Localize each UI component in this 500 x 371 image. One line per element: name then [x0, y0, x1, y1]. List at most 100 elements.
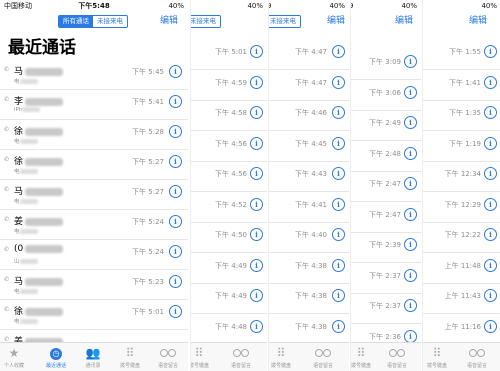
call-row[interactable]: ✆ 徐电 下午 5:01 i [0, 300, 188, 330]
tab-keypad[interactable]: ⠿ 拨号键盘 [112, 346, 148, 369]
tab-voicemail[interactable]: 语音留言 [150, 346, 186, 369]
tab-favorites[interactable]: ★ 个人收藏 [0, 346, 32, 369]
info-icon[interactable]: i [332, 167, 345, 180]
call-row[interactable]: 下午 3:06 i [351, 81, 421, 111]
call-row[interactable]: 下午 4:48 i [191, 315, 267, 345]
call-row[interactable]: 上午 11:43 i [423, 284, 500, 314]
call-row[interactable]: ✆ 徐电 下午 5:28 i [0, 120, 188, 150]
info-icon[interactable]: i [484, 75, 497, 89]
call-row[interactable]: ✆ (0 山 下午 5:24 i [0, 240, 188, 270]
info-icon[interactable]: i [169, 65, 182, 78]
info-icon[interactable]: i [404, 85, 417, 99]
call-row[interactable]: ✆ 马电 下午 5:27 i [0, 180, 188, 210]
info-icon[interactable]: i [332, 136, 345, 150]
segment-missed-calls[interactable]: 未接来电 [269, 16, 300, 27]
call-row[interactable]: 下午 4:46 i [269, 101, 349, 131]
info-icon[interactable]: i [169, 95, 182, 108]
info-icon[interactable]: i [484, 228, 497, 241]
info-icon[interactable]: i [332, 75, 345, 89]
info-icon[interactable]: i [404, 146, 417, 160]
call-row[interactable]: 下午 4:52 i [191, 193, 267, 223]
call-row[interactable]: 下午 2:37 i [351, 264, 421, 294]
info-icon[interactable]: i [484, 45, 497, 58]
info-icon[interactable]: i [332, 106, 345, 119]
info-icon[interactable]: i [169, 305, 182, 318]
tab-keypad[interactable]: ⠿ 拨号键盘 [423, 346, 455, 369]
call-row[interactable]: 下午 4:43 i [269, 162, 349, 192]
edit-button[interactable]: 编辑 [395, 15, 413, 27]
call-row[interactable]: 下午 4:47 i [269, 40, 349, 70]
info-icon[interactable]: i [169, 155, 182, 168]
info-icon[interactable]: i [484, 197, 497, 211]
call-row[interactable]: 下午 2:49 i [351, 111, 421, 141]
info-icon[interactable]: i [250, 289, 263, 302]
call-row[interactable]: 下午 4:59 i [191, 71, 267, 101]
info-icon[interactable]: i [404, 299, 417, 312]
info-icon[interactable]: i [250, 75, 263, 89]
call-row[interactable]: 上午 11:16 i [423, 315, 500, 345]
info-icon[interactable]: i [404, 268, 417, 282]
info-icon[interactable]: i [250, 319, 263, 333]
info-icon[interactable]: i [332, 258, 345, 272]
call-row[interactable]: ✆ 李 iPh 下午 5:41 i [0, 90, 188, 120]
info-icon[interactable]: i [250, 167, 263, 180]
tab-keypad[interactable]: ⠿ 拨号键盘 [191, 346, 217, 369]
call-row[interactable]: 下午 5:01 i [191, 40, 267, 70]
info-icon[interactable]: i [404, 238, 417, 251]
edit-button[interactable]: 编辑 [469, 15, 487, 27]
info-icon[interactable]: i [484, 258, 497, 272]
info-icon[interactable]: i [484, 106, 497, 119]
info-icon[interactable]: i [169, 125, 182, 138]
call-row[interactable]: 下午 4:56 i [191, 132, 267, 162]
info-icon[interactable]: i [484, 319, 497, 333]
segment-all-calls[interactable]: 所有通话 [59, 16, 93, 27]
call-row[interactable]: 下午 2:47 i [351, 203, 421, 233]
call-row[interactable]: 下午 4:41 i [269, 193, 349, 223]
tab-keypad[interactable]: ⠿ 拨号键盘 [351, 346, 379, 369]
call-row[interactable]: 下午 12:29 i [423, 193, 500, 223]
call-row[interactable]: 下午 4:49 i [191, 254, 267, 284]
info-icon[interactable]: i [250, 136, 263, 150]
call-row[interactable]: 下午 2:39 i [351, 233, 421, 263]
call-row[interactable]: 下午 3:09 i [351, 50, 421, 80]
call-row[interactable]: 下午 4:56 i [191, 162, 267, 192]
segment-missed-calls[interactable]: 未接来电 [93, 16, 127, 27]
call-row[interactable]: ✆ 徐电 下午 5:27 i [0, 150, 188, 180]
call-row[interactable]: 下午 12:34 i [423, 162, 500, 192]
call-row[interactable]: 下午 4:38 i [269, 284, 349, 314]
call-row[interactable]: 下午 4:50 i [191, 223, 267, 253]
info-icon[interactable]: i [404, 55, 417, 68]
tab-voicemail[interactable]: 语音留言 [305, 346, 341, 369]
info-icon[interactable]: i [484, 289, 497, 302]
call-row[interactable]: 下午 4:40 i [269, 223, 349, 253]
info-icon[interactable]: i [169, 275, 182, 288]
info-icon[interactable]: i [332, 319, 345, 333]
info-icon[interactable]: i [404, 177, 417, 190]
call-row[interactable]: 上午 11:48 i [423, 254, 500, 284]
info-icon[interactable]: i [250, 197, 263, 211]
call-row[interactable]: 下午 12:22 i [423, 223, 500, 253]
call-row[interactable]: ✆ 姜电 下午 5:24 i [0, 210, 188, 240]
tab-contacts[interactable]: 👥 通讯录 [75, 346, 111, 369]
call-row[interactable]: 下午 4:38 i [269, 315, 349, 345]
call-row[interactable]: ✆ 马电 下午 5:45 i [0, 60, 188, 90]
info-icon[interactable]: i [169, 245, 182, 258]
tab-voicemail[interactable]: 语音留言 [223, 346, 259, 369]
info-icon[interactable]: i [169, 215, 182, 228]
info-icon[interactable]: i [332, 197, 345, 211]
call-row[interactable]: 下午 4:58 i [191, 101, 267, 131]
edit-button[interactable]: 编辑 [160, 15, 178, 27]
call-row[interactable]: 下午 4:47 i [269, 71, 349, 101]
call-row[interactable]: 下午 1:55 i [423, 40, 500, 70]
tab-voicemail[interactable]: 语音留言 [379, 346, 415, 369]
info-icon[interactable]: i [169, 185, 182, 198]
call-row[interactable]: 下午 4:45 i [269, 132, 349, 162]
call-row[interactable]: 下午 1:19 i [423, 132, 500, 162]
tab-recents[interactable]: ◷ 最近通话 [38, 345, 74, 369]
call-row[interactable]: 下午 1:41 i [423, 71, 500, 101]
info-icon[interactable]: i [484, 136, 497, 150]
call-row[interactable]: 下午 1:35 i [423, 101, 500, 131]
info-icon[interactable]: i [250, 45, 263, 58]
call-row[interactable]: 下午 4:38 i [269, 254, 349, 284]
call-row[interactable]: 下午 2:37 i [351, 294, 421, 324]
